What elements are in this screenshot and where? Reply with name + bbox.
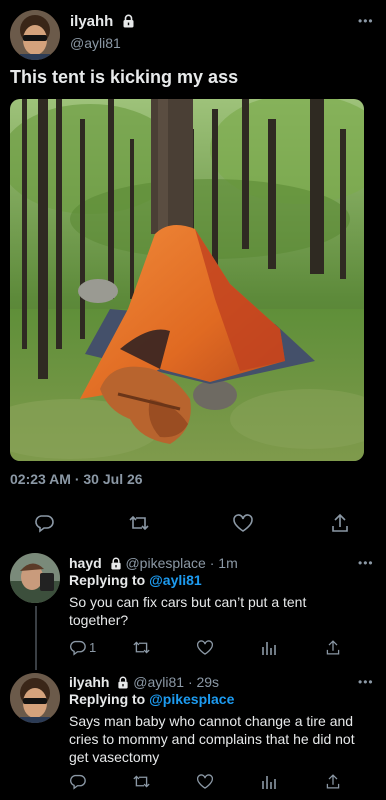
reply-action-bar: [0, 773, 386, 793]
retweet-icon[interactable]: [132, 773, 151, 795]
reply-text: So you can fix cars but can’t put a tent…: [69, 594, 307, 628]
analytics-icon[interactable]: [261, 639, 277, 661]
reply-avatar-ilyahh[interactable]: [10, 673, 60, 723]
reply-time: · 29s: [187, 674, 220, 690]
tweet-timestamp[interactable]: 02:23 AM · 30 Jul 26: [10, 471, 143, 487]
author-handle: @ayli81: [70, 35, 121, 51]
author-name[interactable]: ilyahh: [70, 13, 135, 32]
reply-avatar-hayd[interactable]: [10, 553, 60, 603]
replying-to-link[interactable]: @pikesplace: [149, 691, 234, 707]
author-avatar[interactable]: [10, 10, 60, 60]
retweet-icon[interactable]: [132, 639, 151, 661]
reply-icon[interactable]: [69, 639, 86, 661]
analytics-icon[interactable]: [261, 773, 277, 795]
reply-author-handle[interactable]: @pikesplace: [125, 555, 205, 571]
lock-icon: [117, 676, 129, 692]
more-options-icon[interactable]: •••: [358, 14, 374, 28]
tent-photo-image: [10, 99, 364, 461]
reply-time: · 1m: [209, 555, 238, 571]
reply-action-bar: 1: [0, 639, 386, 659]
replying-to-line: Replying to @pikesplace: [69, 691, 235, 707]
reply-text: Says man baby who cannot change a tire a…: [69, 713, 355, 765]
reply-header: hayd @pikesplace · 1m: [69, 555, 238, 573]
tweet-photo[interactable]: [10, 99, 364, 461]
like-icon[interactable]: [196, 639, 214, 661]
reply-icon[interactable]: [34, 513, 54, 538]
reply-more-icon[interactable]: •••: [358, 675, 374, 689]
replying-to-link[interactable]: @ayli81: [149, 572, 202, 588]
reply-more-icon[interactable]: •••: [358, 556, 374, 570]
main-action-bar: [0, 512, 386, 534]
retweet-icon[interactable]: [128, 513, 150, 538]
reply-author-name[interactable]: ilyahh: [69, 674, 109, 690]
thread-line: [35, 606, 37, 670]
reply-count: 1: [89, 640, 97, 655]
reply-icon[interactable]: [69, 773, 86, 795]
share-icon[interactable]: [325, 773, 341, 795]
tweet-text: This tent is kicking my ass: [10, 67, 239, 87]
like-icon[interactable]: [196, 773, 214, 795]
reply-header: ilyahh @ayli81 · 29s: [69, 674, 219, 692]
reply-author-handle[interactable]: @ayli81: [133, 674, 184, 690]
lock-icon: [122, 14, 135, 32]
share-icon[interactable]: [330, 513, 350, 538]
reply-author-name[interactable]: hayd: [69, 555, 102, 571]
lock-icon: [110, 557, 122, 573]
like-icon[interactable]: [232, 513, 254, 538]
share-icon[interactable]: [325, 639, 341, 661]
replying-to-line: Replying to @ayli81: [69, 572, 202, 588]
